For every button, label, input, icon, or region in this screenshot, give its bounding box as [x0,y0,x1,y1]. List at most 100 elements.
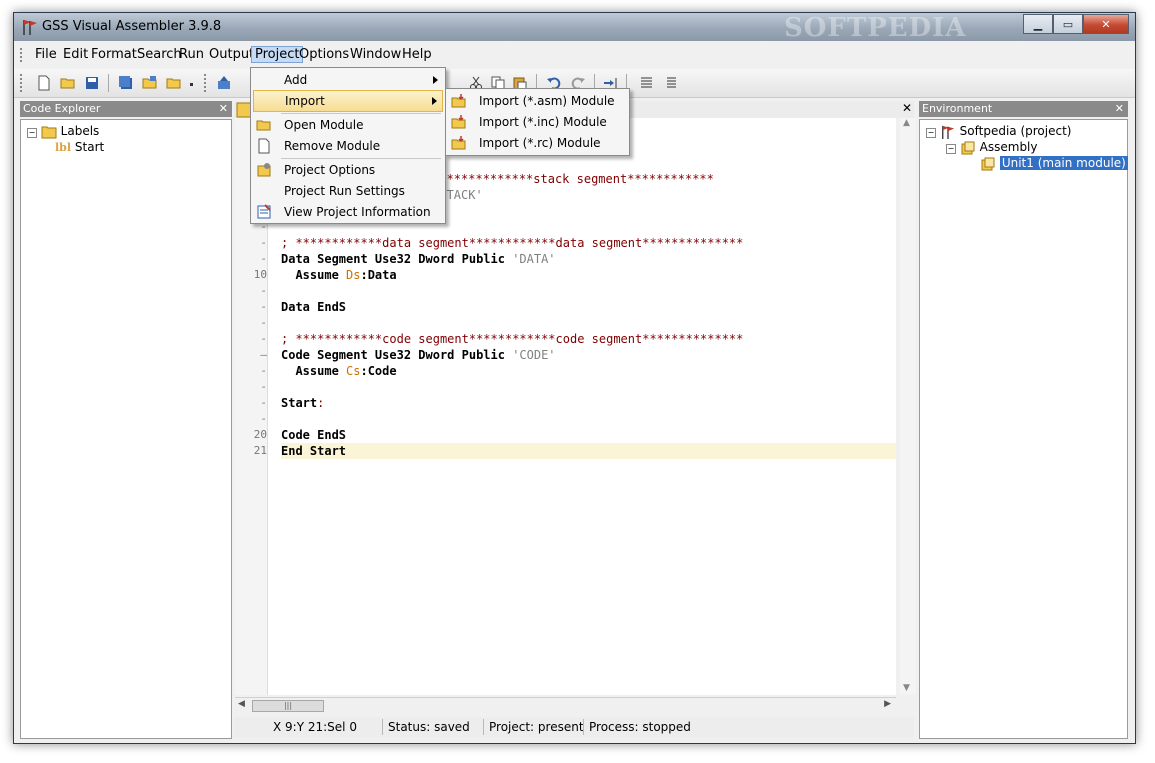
remove-module-icon [258,138,270,154]
vertical-scrollbar[interactable]: ▲ ▼ [900,118,916,695]
line-number: - [260,252,267,265]
scroll-up-icon[interactable]: ▲ [903,118,910,128]
menu-separator [281,158,441,159]
menu-item-open-module[interactable]: Open Module [253,115,443,135]
scroll-down-icon[interactable]: ▼ [903,683,910,693]
labels-node[interactable]: − Labels [27,124,99,139]
menu-item-add[interactable]: Add [253,70,443,90]
code-explorer-title: Code Explorer [23,102,101,115]
line-number: - [260,284,267,297]
import-inc-icon [451,115,466,129]
code-line[interactable]: Code EndS [281,427,346,443]
save-all-icon[interactable] [118,75,134,91]
close-environment-icon[interactable]: ✕ [1115,101,1124,117]
code-explorer-panel: − Labels lbl Start [20,119,232,739]
maximize-button[interactable]: ▭ [1053,14,1083,34]
menu-options[interactable]: Options [296,47,352,62]
horizontal-scrollbar[interactable]: ◀ ||| ▶ [235,697,896,713]
submenu-arrow-icon [432,97,437,105]
line-number: 20 [253,428,267,441]
scroll-thumb[interactable]: ||| [252,700,324,712]
menubar-grip[interactable] [20,48,25,62]
code-line[interactable]: Data Segment Use32 Dword Public 'DATA' [281,251,556,267]
project-run-settings-label: Project Run Settings [284,184,405,198]
menu-help[interactable]: Help [399,47,435,62]
new-file-icon[interactable] [36,75,52,91]
code-line[interactable]: Start: [281,395,324,411]
collapse-icon[interactable]: − [926,128,936,138]
code-line[interactable]: Code Segment Use32 Dword Public 'CODE' [281,347,556,363]
status-project: Project: present [483,719,584,735]
import-label: Import [285,94,325,108]
unit1-label: Unit1 (main module) [999,156,1128,170]
unit1-node[interactable]: Unit1 (main module) [980,156,1128,171]
import-rc-icon [451,136,466,150]
menu-file[interactable]: File [32,47,60,62]
line-number: - [260,396,267,409]
menu-item-project-options[interactable]: Project Options [253,160,443,180]
line-number: - [260,316,267,329]
module-icon [981,157,995,170]
import-asm-item[interactable]: Import (*.asm) Module [448,91,627,111]
line-number: - [260,364,267,377]
view-project-info-label: View Project Information [284,205,431,219]
project-info-icon [257,204,271,219]
line-number: - [260,380,267,393]
start-node[interactable]: lbl Start [55,140,104,154]
project-options-icon [257,163,271,177]
menu-output[interactable]: Output [206,47,257,62]
menu-item-remove-module[interactable]: Remove Module [253,136,443,156]
import-rc-item[interactable]: Import (*.rc) Module [448,133,627,153]
menu-format[interactable]: Format [88,47,140,62]
project-node[interactable]: − Softpedia (project) [926,124,1071,139]
menu-item-view-project-info[interactable]: View Project Information [253,202,443,222]
label-icon: lbl [55,141,72,154]
remove-module-label: Remove Module [284,139,381,153]
close-code-explorer-icon[interactable]: ✕ [219,101,228,117]
collapse-icon[interactable]: − [27,128,37,138]
folder-icon[interactable] [166,75,182,91]
assembly-node[interactable]: − Assembly [946,140,1038,155]
project-label: Softpedia (project) [959,124,1072,138]
code-line[interactable]: ; ************data segment************da… [281,235,743,251]
menu-separator [281,113,441,114]
line-number: 10 [253,268,267,281]
code-line[interactable]: ; ************code segment************co… [281,331,743,347]
import-rc-label: Import (*.rc) Module [479,136,601,150]
import-inc-item[interactable]: Import (*.inc) Module [448,112,627,132]
close-editor-icon[interactable]: ✕ [902,101,912,115]
code-line[interactable]: Data EndS [281,299,346,315]
open-folder-icon[interactable] [60,75,76,91]
collapse-icon[interactable]: − [946,144,956,154]
status-bar: X 9:Y 21:Sel 0 Status: saved Project: pr… [234,717,914,737]
environment-title: Environment [922,102,993,115]
assembly-icon [961,141,975,154]
project-menu: Add Import Open Module Remove Module Pro… [250,67,446,224]
align-lines-icon[interactable] [638,75,654,91]
code-explorer-header: Code Explorer ✕ [20,101,232,117]
menu-item-import[interactable]: Import [253,90,443,112]
import-asm-label: Import (*.asm) Module [479,94,615,108]
watermark: SOFTPEDIA [784,13,967,43]
menu-run[interactable]: Run [176,47,207,62]
code-line[interactable]: Assume Cs:Code [281,363,396,379]
menu-item-project-run-settings[interactable]: Project Run Settings [253,181,443,201]
close-button[interactable]: ✕ [1083,14,1129,34]
window-title: GSS Visual Assembler 3.9.8 [42,19,222,34]
build-icon[interactable] [216,75,232,91]
code-line[interactable]: Assume Ds:Data [281,267,396,283]
menu-edit[interactable]: Edit [60,47,91,62]
import-inc-label: Import (*.inc) Module [479,115,607,129]
cursor-position: X 9:Y 21:Sel 0 [273,720,357,734]
scroll-left-icon[interactable]: ◀ [238,699,245,709]
save-icon[interactable] [84,75,100,91]
menu-bar: File Edit Format Search Run Output Proje… [14,43,1135,67]
code-line[interactable]: End Start [281,443,896,459]
open-project-icon[interactable] [142,75,158,91]
align-lines-2-icon[interactable] [662,75,678,91]
minimize-button[interactable]: ▁ [1023,14,1053,34]
status-process: Process: stopped [583,719,691,735]
scroll-right-icon[interactable]: ▶ [884,699,891,709]
app-flags-icon [23,20,37,35]
menu-window[interactable]: Window [347,47,404,62]
